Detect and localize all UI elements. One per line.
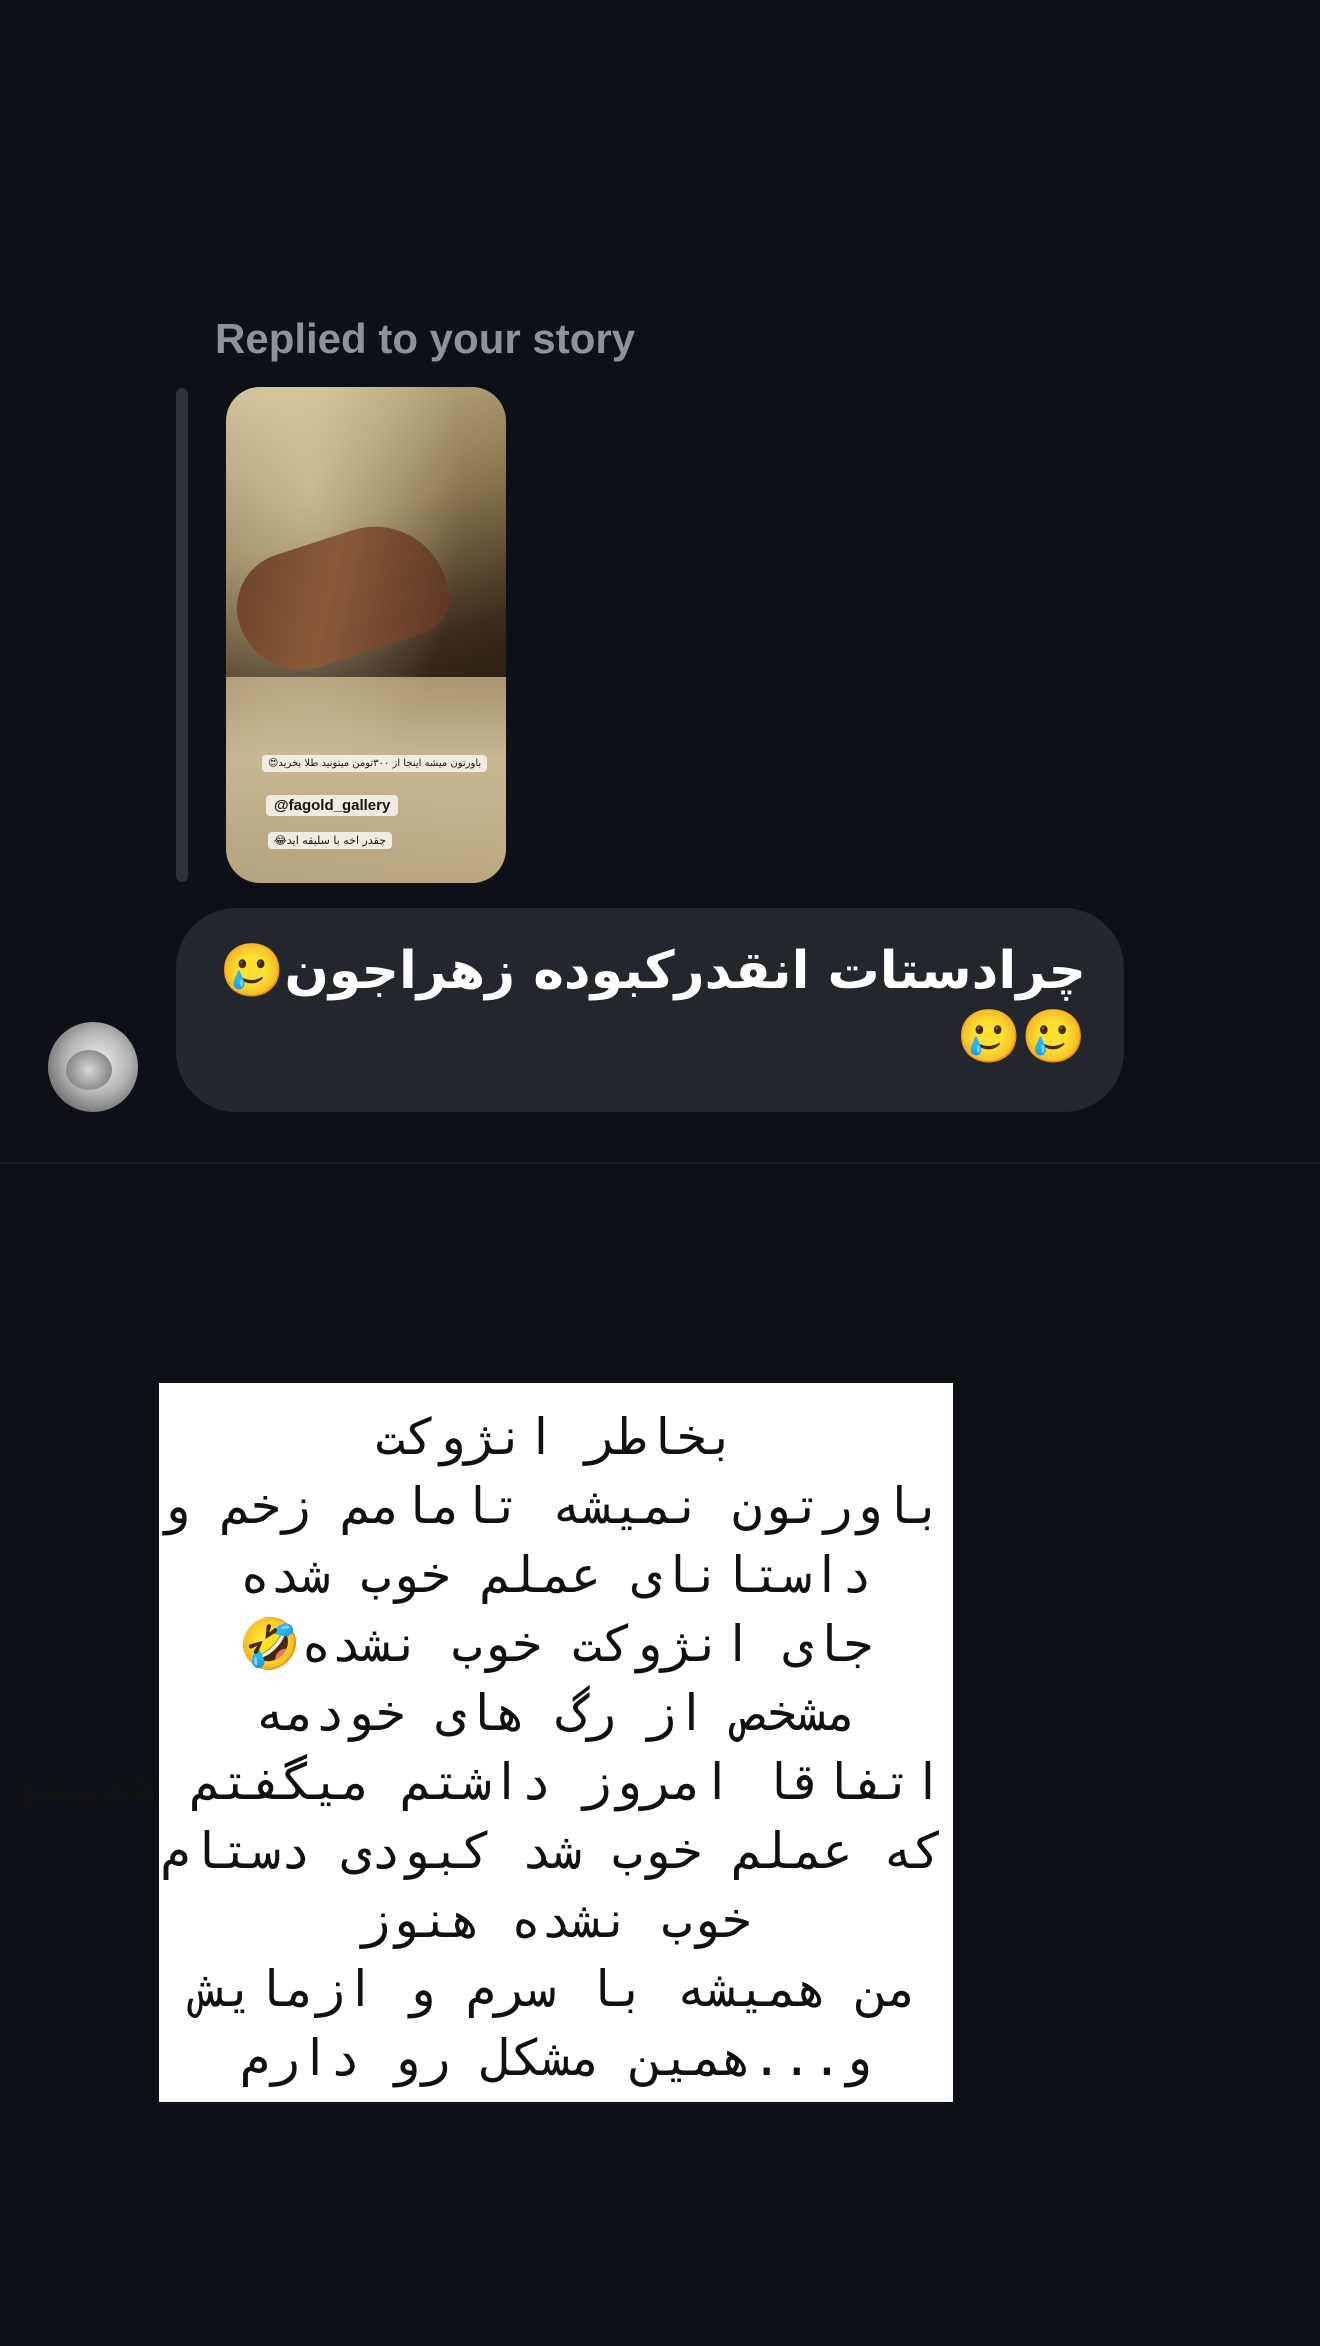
reply-quote-bar (176, 388, 188, 882)
story-text-line: من همیشه با سرم و ازمایش (194, 1960, 918, 2018)
message-text: چرادستات انقدرکبوده زهراجون🥲🥲🥲 (219, 941, 1086, 1067)
story-text-line: اتفاقا امروز داشتم میگفتم همینو (9, 1753, 943, 1811)
story-text-line: بخاطر انژوکت (375, 1408, 737, 1466)
screenshot-divider (0, 1162, 1320, 1164)
story-text-line: خوب نشده هنوز (360, 1891, 752, 1949)
story-caption-mention: @fagold_gallery (266, 795, 399, 816)
story-text-line: جای انژوکت خوب نشده🤣 (238, 1615, 874, 1673)
story-caption-bottom: چقدر اخه با سلیقه اید😂 (268, 832, 392, 849)
sender-avatar[interactable] (48, 1022, 138, 1112)
story-text-line: داستانای عملم خوب شده (239, 1546, 873, 1604)
story-text-line: که عملم خوب شد کبودی دستام (160, 1822, 943, 1880)
story-text-line: باورتون نمیشه تامامم زخم و (160, 1477, 943, 1535)
story-text-line: و...همین مشکل رو دارم (239, 2029, 873, 2087)
replied-to-story-label: Replied to your story (215, 315, 636, 362)
story-text-line: مشخص از رگ های خودمه (254, 1684, 858, 1742)
story-caption-price: باورتون میشه اینجا از ۳۰۰تومن میتونید طل… (262, 755, 488, 772)
story-text-card: بخاطر انژوکت باورتون نمیشه تامامم زخم و … (9, 1383, 953, 2102)
message-bubble[interactable]: چرادستات انقدرکبوده زهراجون🥲🥲🥲 (176, 908, 1124, 1112)
story-thumbnail[interactable]: باورتون میشه اینجا از ۳۰۰تومن میتونید طل… (226, 387, 506, 883)
